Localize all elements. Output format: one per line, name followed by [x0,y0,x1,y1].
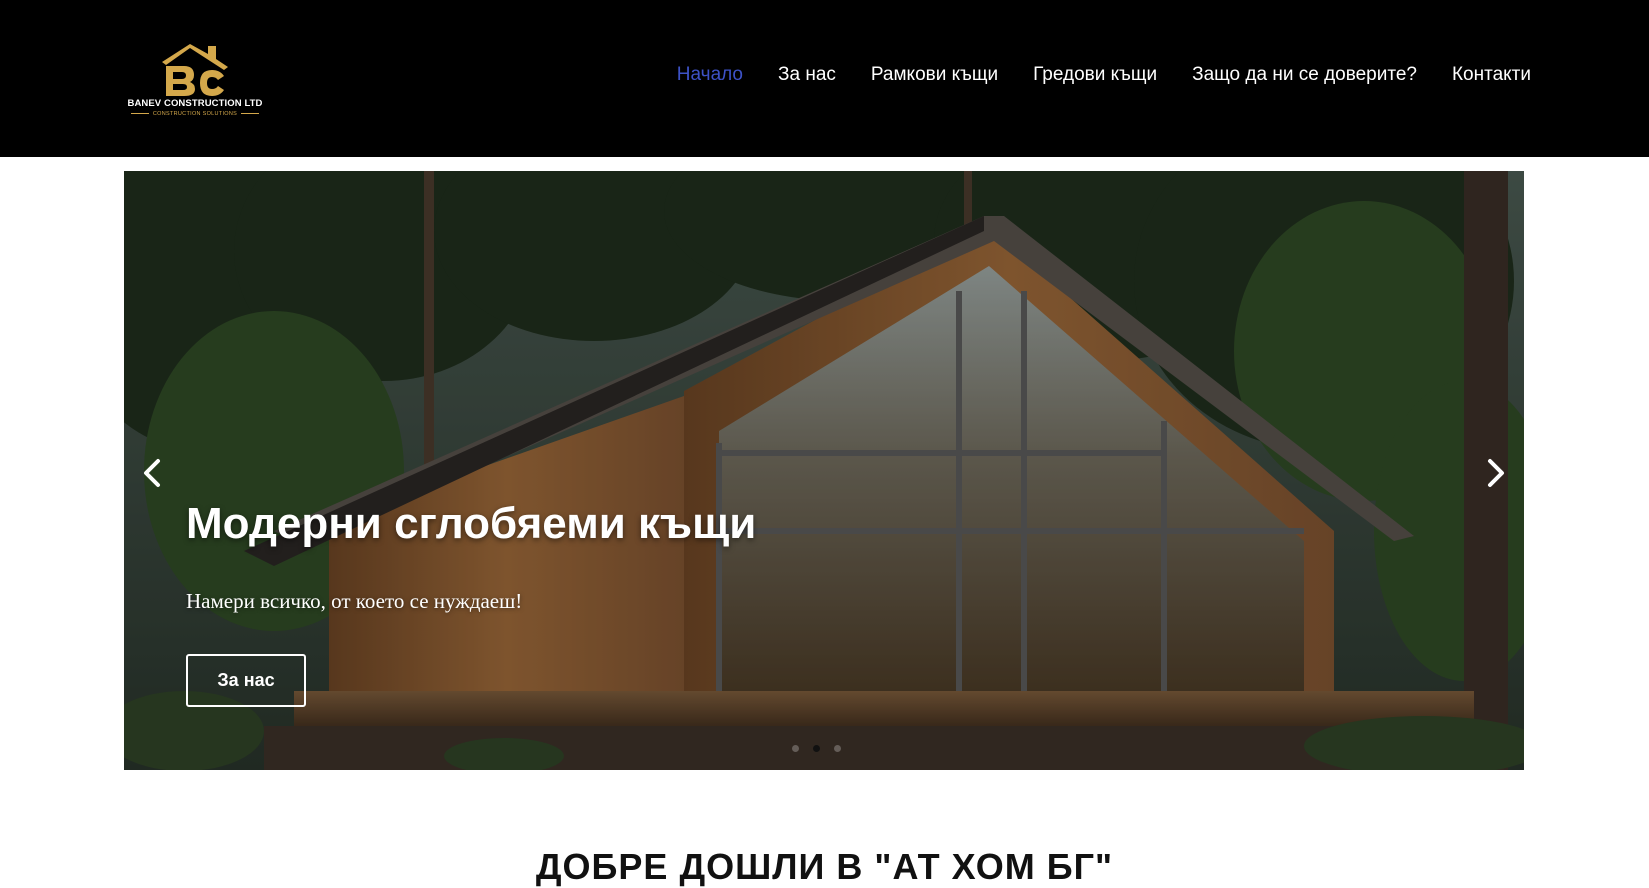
nav-item-log-houses[interactable]: Гредови къщи [1033,64,1157,86]
slider-next-button[interactable] [1480,453,1512,493]
chevron-left-icon [144,459,160,487]
brand-name: BANEV CONSTRUCTION LTD [127,98,263,109]
nav-item-home[interactable]: Начало [677,64,743,86]
site-header: BANEV CONSTRUCTION LTD CONSTRUCTION SOLU… [0,0,1649,157]
chevron-right-icon [1488,459,1504,487]
about-button[interactable]: За нас [186,654,306,707]
nav-item-frame-houses[interactable]: Рамкови къщи [871,64,998,86]
slider-dots [792,745,841,752]
hero-slider: Модерни сглобяеми къщи Намери всичко, от… [124,171,1524,770]
slider-dot-3[interactable] [834,745,841,752]
hero-overlay [124,171,1524,770]
slider-dot-2[interactable] [813,745,820,752]
main-nav: Начало За нас Рамкови къщи Гредови къщи … [642,64,1531,86]
welcome-heading: ДОБРЕ ДОШЛИ В "АТ ХОМ БГ" [535,846,1114,887]
hero-title: Модерни сглобяеми къщи [186,499,757,548]
brand-logo[interactable]: BANEV CONSTRUCTION LTD CONSTRUCTION SOLU… [124,40,266,124]
nav-item-why-trust-us[interactable]: Защо да ни се доверите? [1192,64,1417,86]
brand-tagline: CONSTRUCTION SOLUTIONS [124,111,266,117]
nav-item-contacts[interactable]: Контакти [1452,64,1531,86]
house-logo-icon [162,44,228,96]
slider-prev-button[interactable] [136,453,168,493]
hero-subtitle: Намери всичко, от което се нуждаеш! [186,589,523,613]
slider-dot-1[interactable] [792,745,799,752]
nav-item-about[interactable]: За нас [778,64,836,86]
